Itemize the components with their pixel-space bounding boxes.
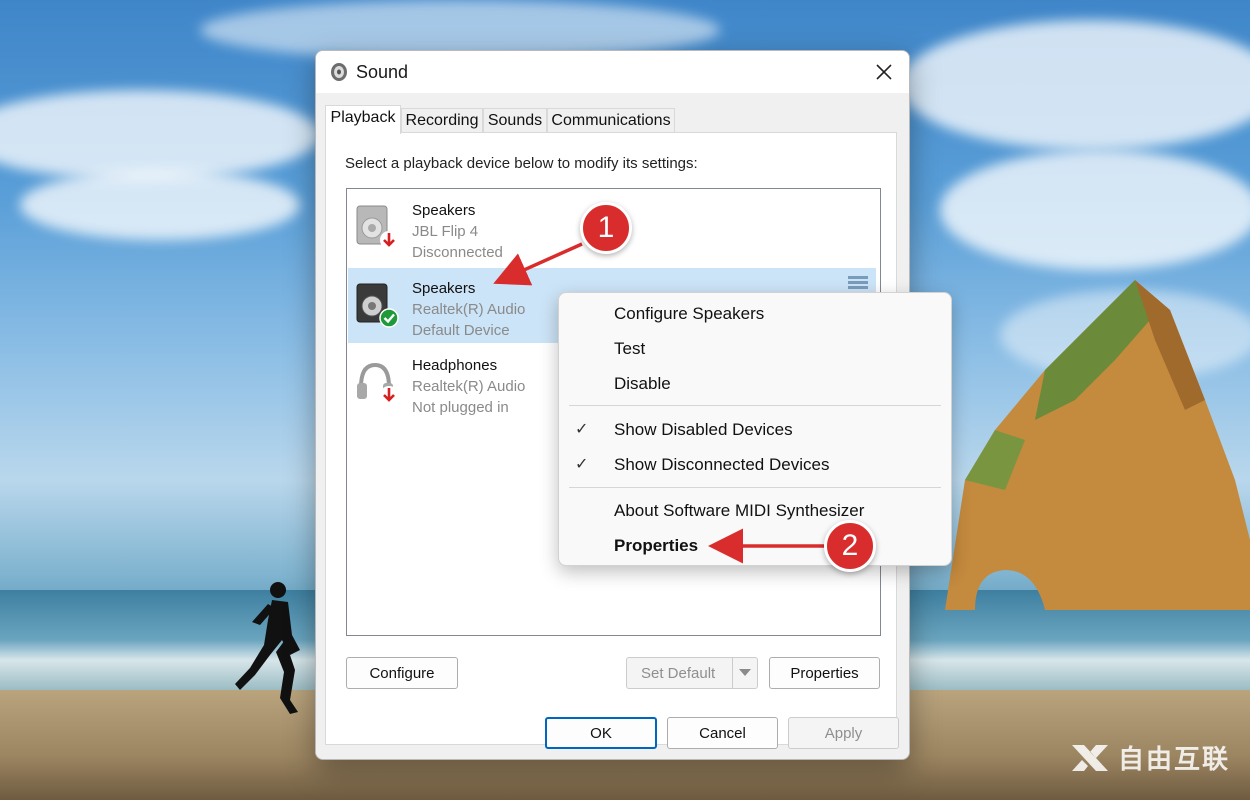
- annotation-arrows: [493, 242, 826, 564]
- watermark: 自由互联: [1070, 739, 1230, 776]
- annotation-arrow-1: [493, 242, 583, 286]
- watermark-text: 自由互联: [1117, 744, 1230, 774]
- tab-playback[interactable]: Playback: [325, 105, 401, 134]
- x-logo-icon: [1071, 744, 1108, 771]
- annotation-badge-2: 2: [824, 520, 876, 572]
- annotation-badge-1: 1: [580, 202, 632, 254]
